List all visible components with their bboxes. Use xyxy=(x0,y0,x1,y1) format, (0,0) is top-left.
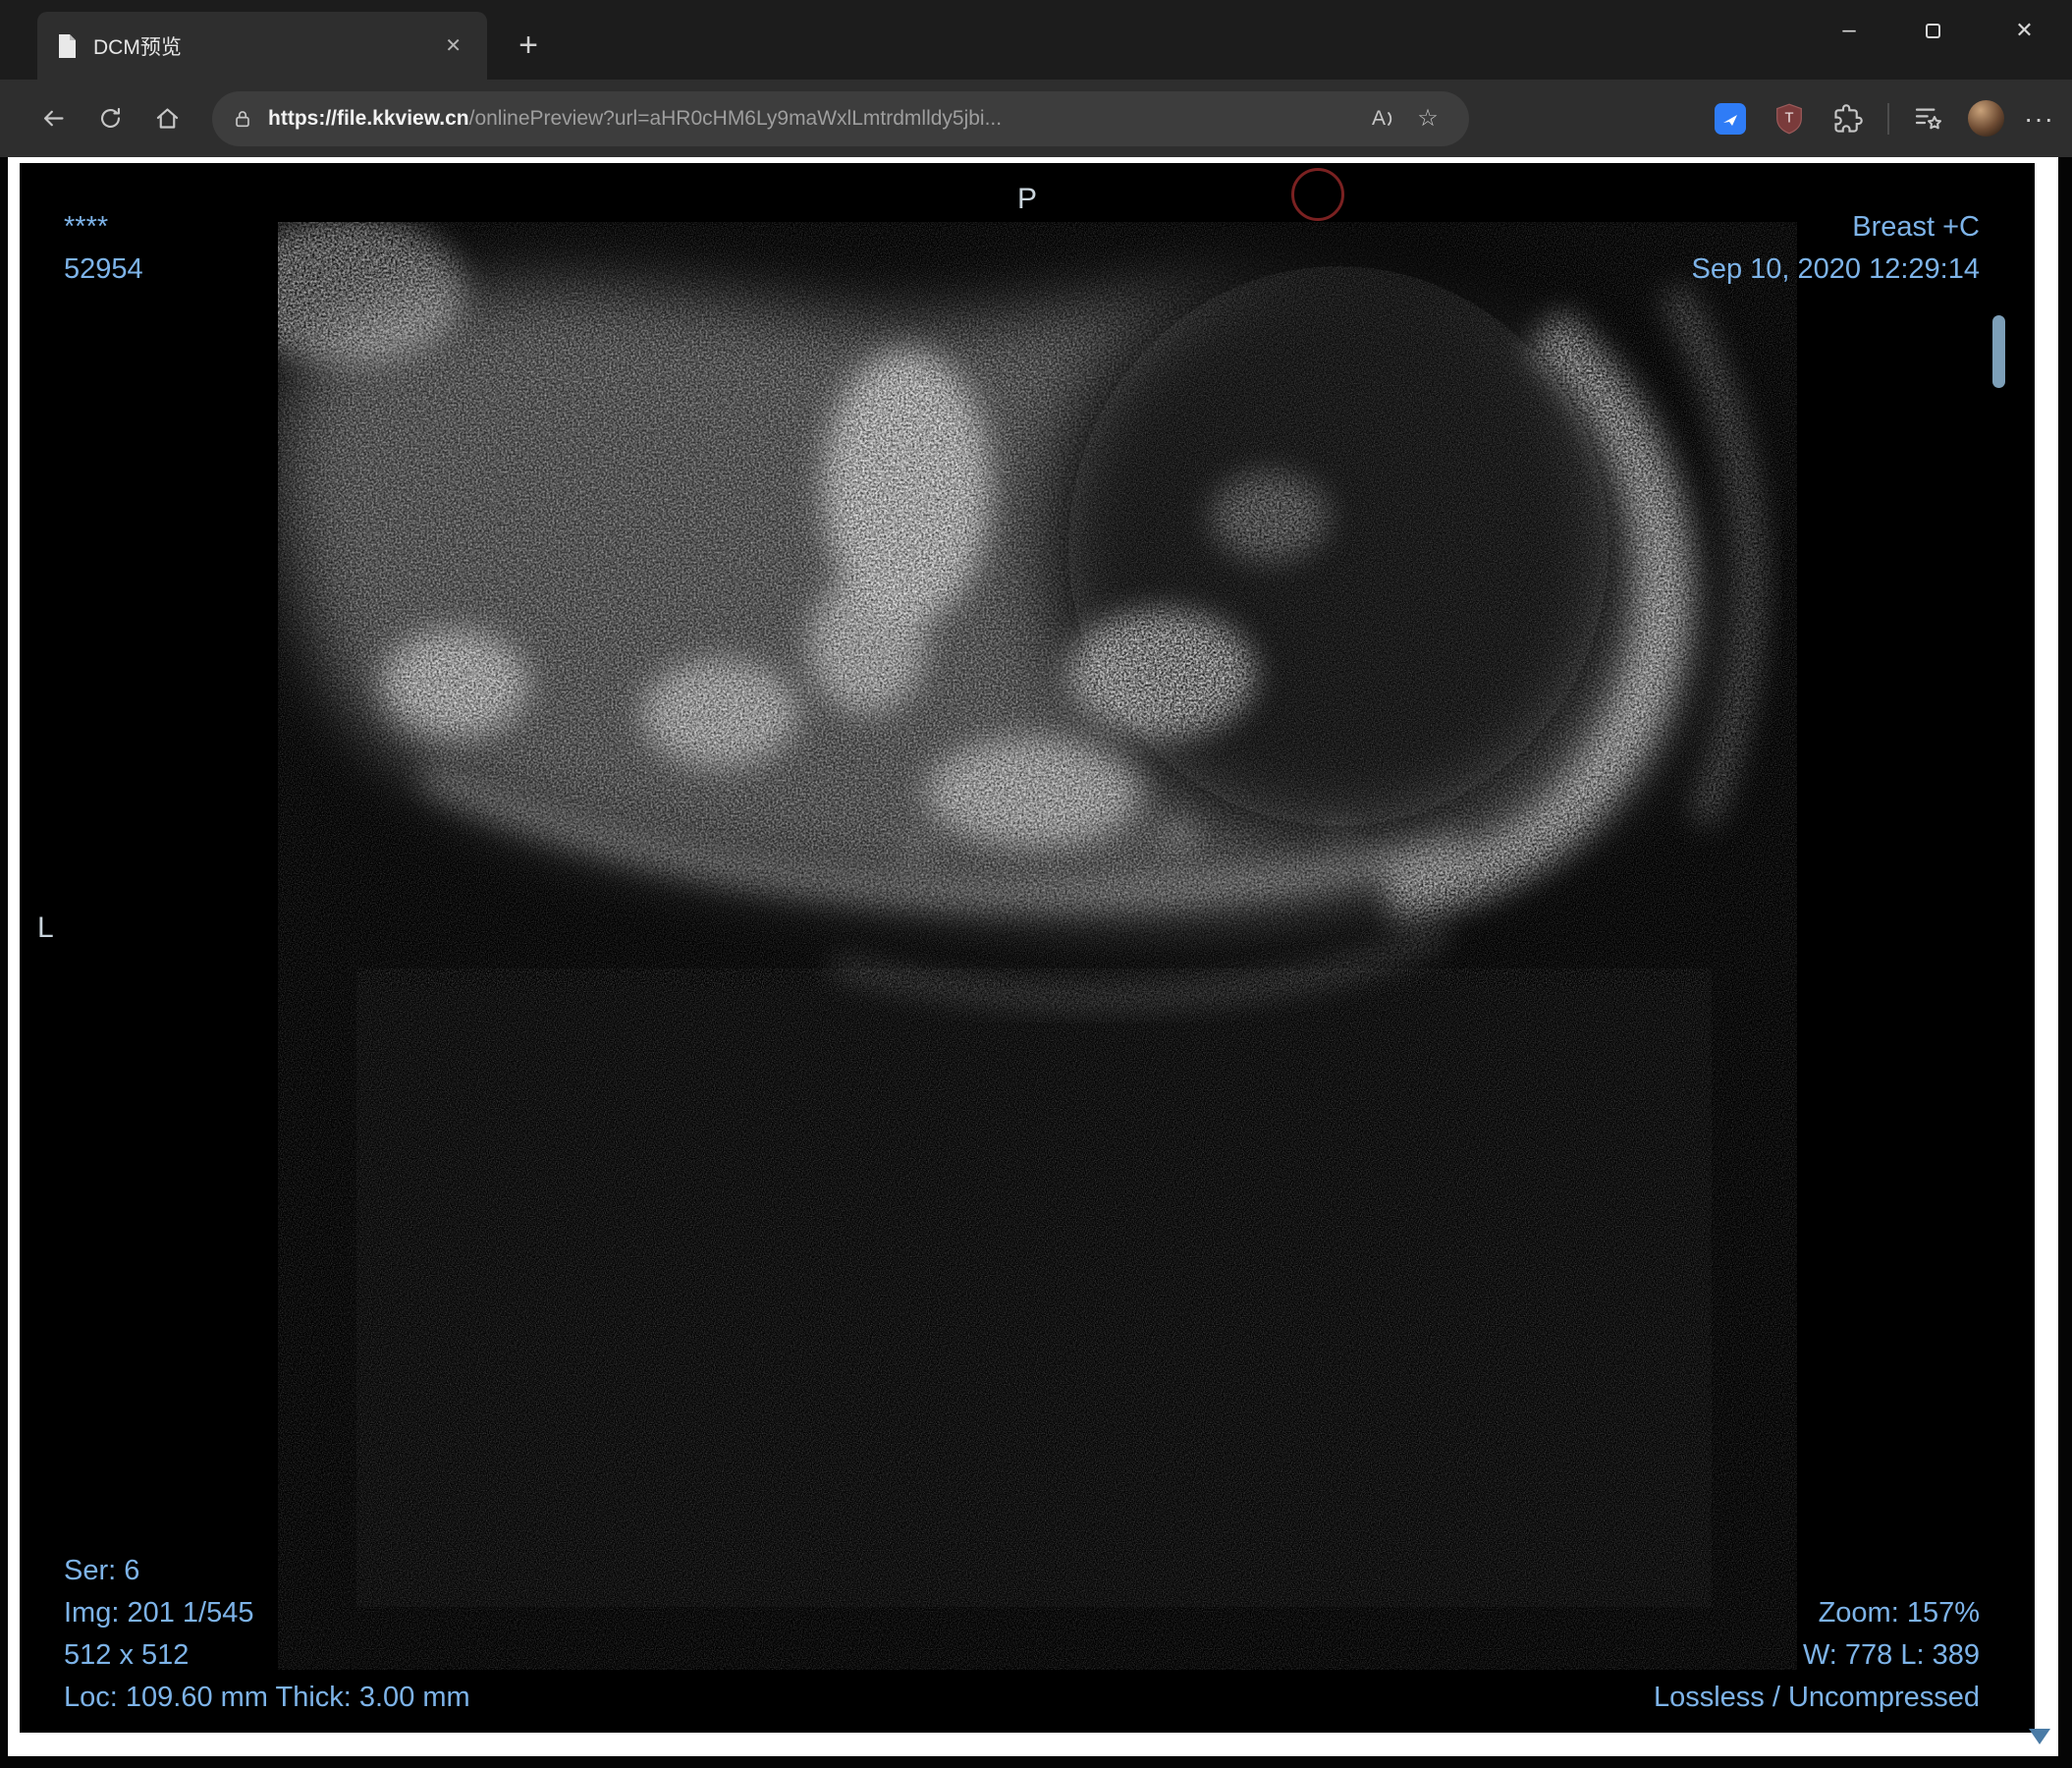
shield-icon: T xyxy=(1776,103,1802,134)
refresh-icon xyxy=(100,107,120,128)
address-bar[interactable]: https://file.kkview.cn/onlinePreview?url… xyxy=(212,90,1469,146)
zoom-level: Zoom: 157% xyxy=(1818,1597,1980,1629)
overlay-study-info: Breast +C Sep 10, 2020 12:29:14 xyxy=(1692,206,1980,291)
window-level: W: 778 L: 389 xyxy=(1802,1639,1980,1671)
overlay-series-info: Ser: 6 Img: 201 1/545 512 x 512 Loc: 109… xyxy=(64,1550,470,1719)
study-datetime: Sep 10, 2020 12:29:14 xyxy=(1691,253,1980,285)
dicom-viewport[interactable]: **** 52954 Breast +C Sep 10, 2020 12:29:… xyxy=(20,163,2035,1733)
read-aloud-icon: A xyxy=(1371,106,1386,130)
favorites-hub-button[interactable] xyxy=(1909,99,1948,138)
favorite-button[interactable]: ☆ xyxy=(1406,97,1449,140)
toolbar-separator xyxy=(1887,102,1890,135)
tab-title: DCM预览 xyxy=(93,35,182,59)
document-icon xyxy=(59,33,76,58)
overlay-patient-info: **** 52954 xyxy=(64,206,143,291)
compression-info: Lossless / Uncompressed xyxy=(1653,1682,1980,1713)
image-number: Img: 201 1/545 xyxy=(64,1597,254,1629)
page-content: **** 52954 Breast +C Sep 10, 2020 12:29:… xyxy=(0,157,2072,1768)
url-host: https://file.kkview.cn xyxy=(268,106,469,130)
url-path: /onlinePreview?url=aHR0cHM6Ly9maWxlLmtrd… xyxy=(468,106,1003,130)
url-text[interactable]: https://file.kkview.cn/onlinePreview?url… xyxy=(268,107,1363,131)
home-icon xyxy=(156,108,178,129)
maximize-icon xyxy=(1925,23,1940,38)
refresh-button[interactable] xyxy=(86,95,134,142)
tab-close-icon[interactable]: ✕ xyxy=(437,29,469,62)
svg-text:T: T xyxy=(1785,110,1794,126)
orientation-posterior-label: P xyxy=(1016,183,1037,215)
overlay-display-info: Zoom: 157% W: 778 L: 389 Lossless / Unco… xyxy=(1654,1592,1980,1719)
new-tab-button[interactable]: + xyxy=(507,24,550,67)
lock-icon xyxy=(236,110,249,127)
back-button[interactable] xyxy=(29,95,77,142)
translate-extension-button[interactable] xyxy=(1711,99,1750,138)
browser-tab[interactable]: DCM预览 ✕ xyxy=(37,12,487,80)
mri-image[interactable] xyxy=(278,222,1797,1670)
patient-number: 52954 xyxy=(64,253,143,285)
stack-scroll-thumb[interactable] xyxy=(1992,315,2005,388)
userscript-extension-button[interactable]: T xyxy=(1770,99,1809,138)
slice-location: Loc: 109.60 mm Thick: 3.00 mm xyxy=(64,1682,470,1713)
scrollbar-down-arrow[interactable] xyxy=(2029,1729,2050,1744)
back-arrow-icon xyxy=(43,110,64,127)
extensions-button[interactable] xyxy=(1828,99,1868,138)
image-matrix: 512 x 512 xyxy=(64,1639,190,1671)
read-aloud-wave-icon xyxy=(1388,111,1392,126)
window-maximize-button[interactable] xyxy=(1893,0,1972,61)
browser-menu-button[interactable]: ··· xyxy=(2024,103,2054,135)
favorites-list-star-icon xyxy=(1915,108,1942,129)
annotation-circle xyxy=(1291,168,1344,221)
series-number: Ser: 6 xyxy=(64,1555,140,1586)
extensions-puzzle-icon xyxy=(1834,103,1863,133)
window-minimize-button[interactable]: – xyxy=(1810,0,1888,61)
preview-page: **** 52954 Breast +C Sep 10, 2020 12:29:… xyxy=(8,157,2058,1756)
profile-avatar[interactable] xyxy=(1968,100,2005,137)
navigation-bar: https://file.kkview.cn/onlinePreview?url… xyxy=(0,80,2072,157)
toolbar-right: T ··· xyxy=(1711,99,2054,138)
read-aloud-button[interactable]: A xyxy=(1363,97,1406,140)
orientation-left-label: L xyxy=(37,912,54,944)
home-button[interactable] xyxy=(143,95,191,142)
favorite-star-icon: ☆ xyxy=(1417,105,1439,132)
window-close-button[interactable]: ✕ xyxy=(1977,0,2072,61)
immersive-translate-icon xyxy=(1715,102,1747,135)
browser-window: DCM预览 ✕ + – ✕ https://file.kkview.cn/onl… xyxy=(0,0,2072,1768)
title-bar: DCM预览 ✕ + – ✕ xyxy=(0,0,2072,80)
